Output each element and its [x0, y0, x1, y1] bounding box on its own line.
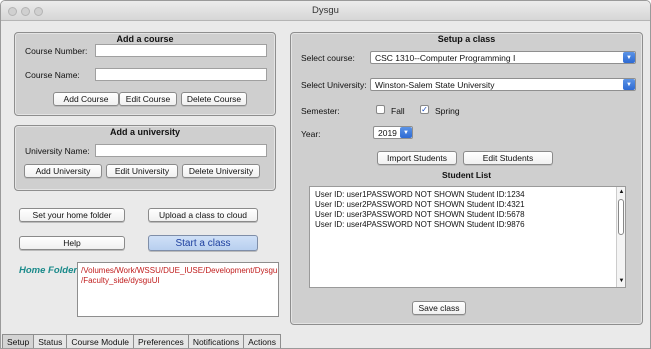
tab-preferences[interactable]: Preferences	[133, 334, 189, 348]
select-course-dropdown[interactable]: CSC 1310--Computer Programming I ▼	[370, 51, 636, 64]
list-item[interactable]: User ID: user2PASSWORD NOT SHOWN Student…	[315, 200, 525, 209]
student-list-title: Student List	[441, 170, 492, 180]
arrow-down-icon[interactable]: ▼	[617, 277, 626, 286]
check-icon: ✓	[421, 105, 428, 114]
fall-label: Fall	[391, 106, 405, 116]
fall-checkbox[interactable]	[376, 105, 385, 114]
add-university-button[interactable]: Add University	[24, 164, 102, 178]
add-course-title: Add a course	[116, 34, 174, 44]
select-university-dropdown[interactable]: Winston-Salem State University ▼	[370, 78, 636, 91]
setup-class-panel: Setup a class Select course: CSC 1310--C…	[290, 32, 643, 325]
university-name-field[interactable]	[95, 144, 267, 157]
help-button[interactable]: Help	[19, 236, 125, 250]
course-number-label: Course Number:	[25, 46, 88, 56]
save-class-button[interactable]: Save class	[412, 301, 466, 315]
select-university-value: Winston-Salem State University	[375, 80, 495, 90]
edit-course-button[interactable]: Edit Course	[119, 92, 177, 106]
scrollbar-thumb[interactable]	[618, 199, 624, 235]
tab-notifications[interactable]: Notifications	[188, 334, 245, 348]
add-university-title: Add a university	[109, 127, 181, 137]
list-item[interactable]: User ID: user4PASSWORD NOT SHOWN Student…	[315, 220, 525, 229]
chevron-down-icon[interactable]: ▼	[623, 52, 635, 63]
tab-setup[interactable]: Setup	[2, 334, 35, 348]
select-course-value: CSC 1310--Computer Programming I	[375, 53, 516, 63]
chevron-down-icon[interactable]: ▼	[400, 127, 412, 138]
select-course-label: Select course:	[301, 53, 355, 63]
upload-class-button[interactable]: Upload a class to cloud	[148, 208, 258, 222]
app-window: Dysgu Add a course Course Number: Course…	[0, 0, 651, 349]
import-students-button[interactable]: Import Students	[377, 151, 457, 165]
edit-university-button[interactable]: Edit University	[106, 164, 178, 178]
course-name-field[interactable]	[95, 68, 267, 81]
delete-university-button[interactable]: Delete University	[182, 164, 260, 178]
spring-checkbox[interactable]: ✓	[420, 105, 429, 114]
add-course-button[interactable]: Add Course	[53, 92, 119, 106]
edit-students-button[interactable]: Edit Students	[463, 151, 553, 165]
window-title: Dysgu	[312, 5, 339, 16]
semester-label: Semester:	[301, 106, 340, 116]
title-bar: Dysgu	[1, 1, 650, 21]
student-list-scrollbar[interactable]: ▲ ▼	[616, 187, 625, 287]
year-dropdown[interactable]: 2019 ▼	[373, 126, 413, 139]
tab-bar: Setup Status Course Module Preferences N…	[2, 334, 281, 348]
course-name-label: Course Name:	[25, 70, 80, 80]
home-folder-display: /Volumes/Work/WSSU/DUE_IUSE/Development/…	[77, 262, 279, 317]
student-list[interactable]: User ID: user1PASSWORD NOT SHOWN Student…	[309, 186, 626, 288]
spring-label: Spring	[435, 106, 460, 116]
tab-status[interactable]: Status	[34, 334, 68, 348]
university-name-label: University Name:	[25, 146, 90, 156]
delete-course-button[interactable]: Delete Course	[181, 92, 247, 106]
course-number-field[interactable]	[95, 44, 267, 57]
tab-course-module[interactable]: Course Module	[67, 334, 134, 348]
add-course-panel: Add a course Course Number: Course Name:…	[14, 32, 276, 116]
list-item[interactable]: User ID: user1PASSWORD NOT SHOWN Student…	[315, 190, 525, 199]
start-class-button[interactable]: Start a class	[148, 235, 258, 251]
chevron-down-icon[interactable]: ▼	[623, 79, 635, 90]
list-item[interactable]: User ID: user3PASSWORD NOT SHOWN Student…	[315, 210, 525, 219]
arrow-up-icon[interactable]: ▲	[617, 188, 626, 197]
year-label: Year:	[301, 129, 321, 139]
year-value: 2019	[378, 128, 397, 138]
add-university-panel: Add a university University Name: Add Un…	[14, 125, 276, 191]
select-university-label: Select University:	[301, 80, 367, 90]
home-folder-path: /Volumes/Work/WSSU/DUE_IUSE/Development/…	[81, 266, 278, 285]
home-folder-label: Home Folder:	[19, 265, 81, 276]
tab-actions[interactable]: Actions	[244, 334, 281, 348]
set-home-folder-button[interactable]: Set your home folder	[19, 208, 125, 222]
setup-class-title: Setup a class	[437, 34, 496, 44]
